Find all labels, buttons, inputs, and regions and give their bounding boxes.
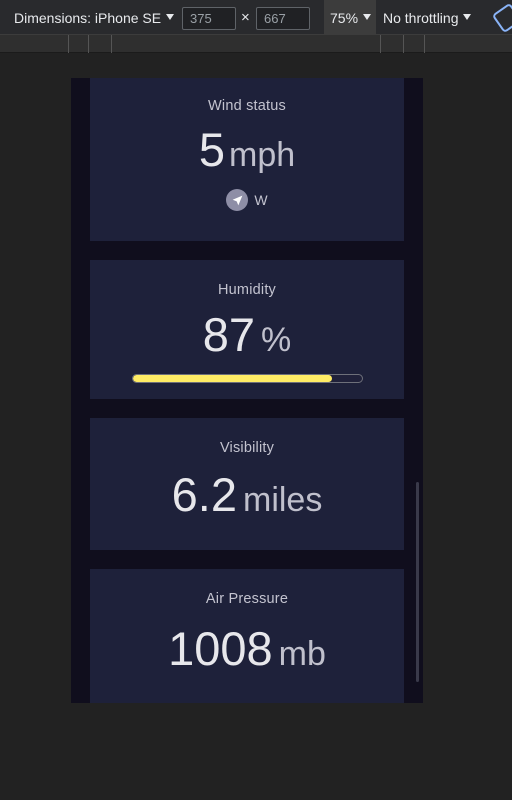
wind-direction: W xyxy=(90,189,404,211)
zoom-dropdown[interactable]: 75% xyxy=(324,0,376,35)
navigation-arrow-icon xyxy=(226,189,249,211)
wind-status-card: Wind status 5 mph W xyxy=(90,78,404,241)
width-input[interactable]: 375 xyxy=(182,7,236,30)
caret-down-icon xyxy=(463,13,472,20)
device-dimensions-dropdown[interactable]: Dimensions: iPhone SE xyxy=(14,0,175,35)
rotate-icon[interactable] xyxy=(491,2,512,34)
card-title: Air Pressure xyxy=(205,591,289,607)
device-toolbar: Dimensions: iPhone SE 375 × 667 75% No t… xyxy=(0,0,512,35)
height-input[interactable]: 667 xyxy=(256,7,310,30)
card-title: Humidity xyxy=(218,282,276,298)
wind-unit: mph xyxy=(229,136,296,174)
wind-direction-label: W xyxy=(254,192,268,208)
humidity-card: Humidity 87 % xyxy=(90,260,404,399)
air-pressure-card: Air Pressure 1008 mb xyxy=(90,569,404,703)
card-title: Wind status xyxy=(208,98,286,114)
device-viewport: Wind status 5 mph W Humidity 87 % Visibi… xyxy=(71,78,423,703)
viewport-scrollbar[interactable] xyxy=(416,482,419,682)
pressure-value: 1008 xyxy=(168,622,273,675)
times-symbol: × xyxy=(241,9,250,26)
zoom-label: 75% xyxy=(330,9,359,26)
visibility-value-row: 6.2 miles xyxy=(90,471,404,520)
card-title: Visibility xyxy=(219,440,275,456)
pressure-unit: mb xyxy=(278,635,326,673)
humidity-value-row: 87 % xyxy=(90,311,404,360)
humidity-unit: % xyxy=(261,321,292,359)
humidity-value: 87 xyxy=(202,308,256,361)
humidity-progress-bar xyxy=(131,374,363,383)
caret-down-icon xyxy=(363,13,372,20)
wind-value: 5 xyxy=(198,123,225,176)
caret-down-icon xyxy=(166,13,175,20)
throttling-dropdown[interactable]: No throttling xyxy=(383,0,472,35)
visibility-value: 6.2 xyxy=(171,468,237,521)
device-dimensions-label: Dimensions: iPhone SE xyxy=(14,9,162,26)
pressure-value-row: 1008 mb xyxy=(90,625,404,674)
wind-value-row: 5 mph xyxy=(90,126,404,175)
throttling-label: No throttling xyxy=(383,9,459,26)
media-query-ruler[interactable] xyxy=(0,35,512,53)
visibility-card: Visibility 6.2 miles xyxy=(90,418,404,550)
visibility-unit: miles xyxy=(243,481,323,519)
humidity-progress-fill xyxy=(132,375,332,382)
